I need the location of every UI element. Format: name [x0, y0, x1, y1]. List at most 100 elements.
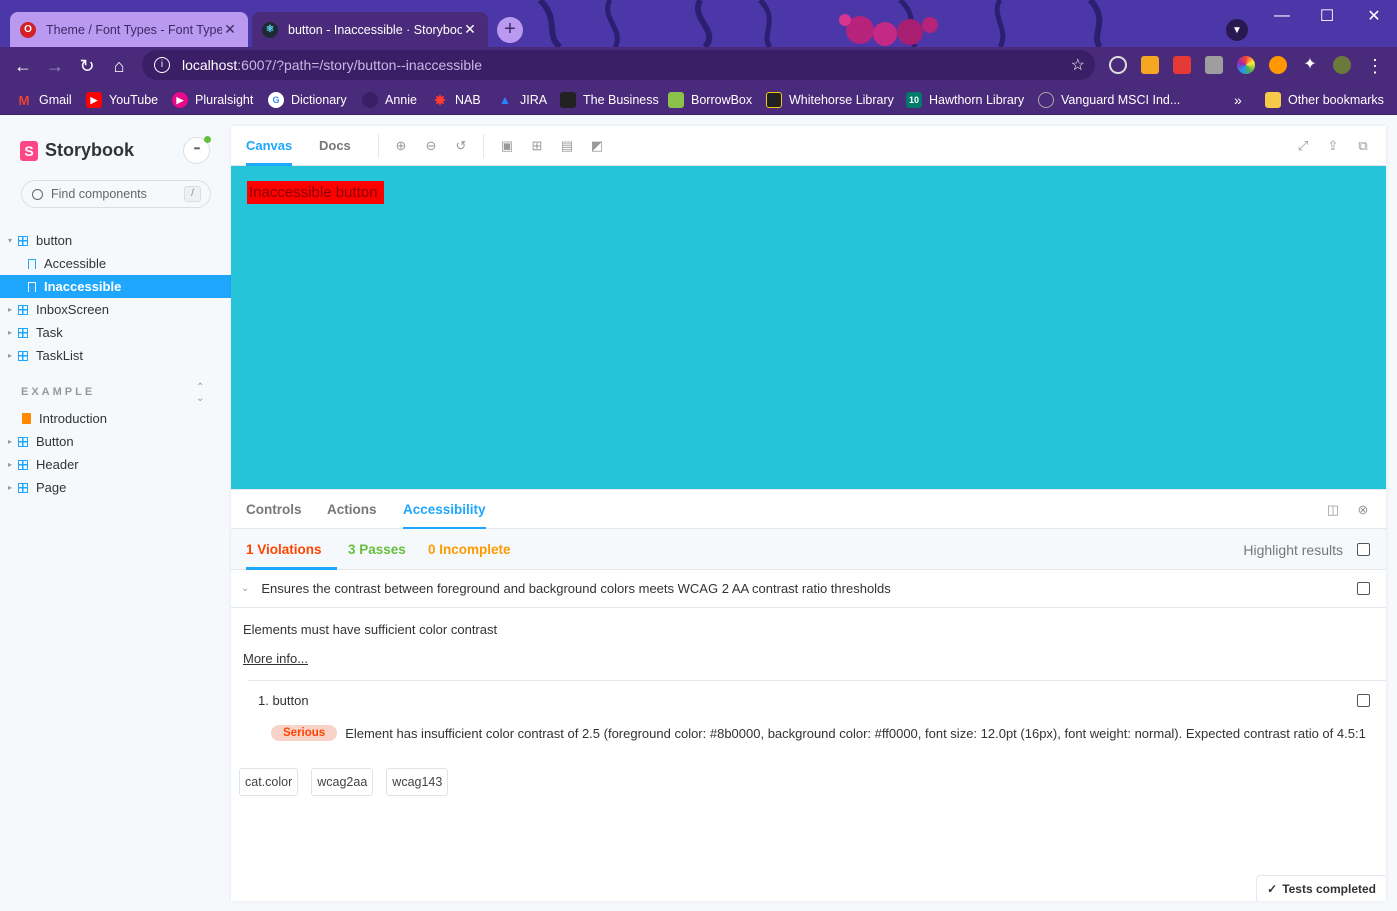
sidebar-item-introduction[interactable]: Introduction	[0, 407, 231, 430]
tab-controls[interactable]: Controls	[246, 490, 302, 530]
bookmark-youtube[interactable]: ▶ YouTube	[86, 90, 158, 110]
address-bar[interactable]: i localhost:6007/?path=/story/button--in…	[142, 50, 1095, 80]
share-icon[interactable]: ⇪	[1325, 138, 1341, 154]
chevron-down-icon[interactable]: ⌄	[241, 583, 249, 594]
reload-icon[interactable]: ↻	[74, 53, 100, 79]
avatar[interactable]	[1333, 56, 1351, 74]
site-info-icon[interactable]: i	[154, 57, 170, 73]
extension-icon[interactable]	[1173, 56, 1191, 74]
annie-icon	[362, 92, 378, 108]
grid-icon[interactable]: ⊞	[529, 138, 545, 154]
extension-icon[interactable]	[1269, 56, 1287, 74]
bookmark-gmail[interactable]: M Gmail	[16, 90, 72, 110]
puzzle-icon[interactable]: ✦	[1301, 56, 1319, 74]
bookmark-jira[interactable]: ▲ JIRA	[497, 90, 547, 110]
zoom-in-icon[interactable]: ⊕	[393, 138, 409, 154]
bookmark-vanguard[interactable]: Vanguard MSCI Ind...	[1038, 90, 1180, 110]
search-input[interactable]: Find components /	[21, 180, 211, 208]
fullscreen-icon[interactable]: ⤢	[1295, 138, 1311, 154]
bookmark-annie[interactable]: Annie	[362, 90, 417, 110]
tab-incomplete[interactable]: 0 Incomplete	[428, 529, 511, 570]
storybook-logo[interactable]: S Storybook	[20, 140, 134, 161]
measure-icon[interactable]: ◩	[589, 138, 605, 154]
inaccessible-button[interactable]: Inaccessible button	[247, 181, 384, 204]
bookmark-label: JIRA	[520, 93, 548, 107]
sidebar-item-header[interactable]: ▸ Header	[0, 453, 231, 476]
sidebar-item-inboxscreen[interactable]: ▸ InboxScreen	[0, 298, 231, 321]
bookmark-star-icon[interactable]: ☆	[1071, 55, 1085, 75]
new-tab-button[interactable]: +	[497, 17, 523, 43]
bookmark-pluralsight[interactable]: ▶ Pluralsight	[172, 90, 253, 110]
maximize-button[interactable]: ☐	[1304, 0, 1350, 32]
expand-collapse-icon[interactable]: ⌃ ⌄	[196, 382, 204, 404]
sidebar-item-inaccessible[interactable]: Inaccessible	[0, 275, 231, 298]
bookmark-whitehorse-library[interactable]: Whitehorse Library	[766, 90, 894, 110]
sidebar-item-accessible[interactable]: Accessible	[0, 252, 231, 275]
tab-canvas[interactable]: Canvas	[246, 126, 293, 166]
opera-icon: O	[20, 21, 36, 38]
node-checkbox[interactable]	[1357, 694, 1370, 707]
zoom-reset-icon[interactable]: ↺	[453, 138, 469, 154]
chevron-right-icon: ▸	[8, 483, 13, 492]
borrowbox-icon	[668, 92, 684, 108]
home-icon[interactable]: ⌂	[106, 53, 132, 79]
browser-tab-storybook[interactable]: ⚛ button - Inaccessible · Storybook ✕	[252, 12, 488, 47]
bookmark-hawthorn-library[interactable]: 10 Hawthorn Library	[906, 90, 1024, 110]
panel-orientation-icon[interactable]: ◫	[1325, 502, 1341, 518]
abc-icon	[560, 92, 576, 108]
forward-icon[interactable]: →	[42, 53, 68, 79]
bookmark-label: YouTube	[109, 93, 159, 107]
addon-tabs: Controls Actions Accessibility ◫ ⊗	[231, 489, 1386, 530]
tab-search-icon[interactable]: ▼	[1226, 19, 1248, 41]
close-icon[interactable]: ✕	[222, 21, 238, 38]
kebab-menu-icon[interactable]: ⋮	[1362, 53, 1388, 79]
minimize-button[interactable]: —	[1259, 0, 1305, 32]
update-notification-dot	[204, 136, 211, 143]
toolbar-divider	[483, 134, 484, 158]
close-panel-icon[interactable]: ⊗	[1355, 502, 1371, 518]
close-icon[interactable]: ✕	[462, 21, 478, 38]
bookmarks-overflow-button[interactable]: »	[1234, 90, 1242, 110]
toolbar-divider	[378, 134, 379, 158]
extension-icon[interactable]	[1237, 56, 1255, 74]
sidebar-item-task[interactable]: ▸ Task	[0, 321, 231, 344]
copy-link-icon[interactable]: ⧉	[1355, 138, 1371, 154]
bookmark-dictionary[interactable]: G Dictionary	[268, 90, 347, 110]
browser-toolbar: ← → ↻ ⌂ i localhost:6007/?path=/story/bu…	[0, 47, 1397, 84]
background-icon[interactable]: ▣	[499, 138, 515, 154]
zoom-out-icon[interactable]: ⊖	[423, 138, 439, 154]
rule-row[interactable]: ⌄ Ensures the contrast between foregroun…	[231, 570, 1386, 608]
sidebar-item-button[interactable]: ▾ button	[0, 229, 231, 252]
sidebar-item-example-button[interactable]: ▸ Button	[0, 430, 231, 453]
tab-violations[interactable]: 1 Violations	[246, 529, 337, 570]
tab-accessibility[interactable]: Accessibility	[403, 490, 486, 530]
sidebar-item-label: Introduction	[39, 411, 107, 426]
pluralsight-icon: ▶	[172, 92, 188, 108]
highlight-checkbox[interactable]	[1357, 543, 1370, 556]
bookmark-the-business[interactable]: The Business	[560, 90, 659, 110]
bookmark-nab[interactable]: ✸ NAB	[432, 90, 481, 110]
node-row[interactable]: 1. button	[248, 680, 1386, 720]
highlight-label: Highlight results	[1243, 541, 1343, 558]
tab-actions[interactable]: Actions	[327, 490, 377, 530]
extension-icon[interactable]	[1109, 56, 1127, 74]
component-icon	[18, 327, 28, 338]
sidebar-item-label: Button	[36, 434, 74, 449]
tab-passes[interactable]: 3 Passes	[348, 529, 406, 570]
sidebar-item-page[interactable]: ▸ Page	[0, 476, 231, 499]
back-icon[interactable]: ←	[10, 53, 36, 79]
browser-tab-theme[interactable]: O Theme / Font Types - Font Types ✕	[10, 12, 248, 47]
tag-chip: cat.color	[239, 768, 299, 796]
close-window-button[interactable]: ✕	[1351, 0, 1397, 32]
rule-checkbox[interactable]	[1357, 582, 1370, 595]
viewport-icon[interactable]: ▤	[559, 138, 575, 154]
extension-icon[interactable]	[1205, 56, 1223, 74]
tab-docs[interactable]: Docs	[319, 126, 351, 166]
bookmark-borrowbox[interactable]: BorrowBox	[668, 90, 752, 110]
more-info-link[interactable]: More info...	[243, 651, 308, 666]
storybook-sidebar: S Storybook ••• Find components / ▾ butt…	[0, 116, 231, 911]
other-bookmarks[interactable]: Other bookmarks	[1265, 90, 1384, 110]
sidebar-item-label: Page	[36, 480, 67, 495]
extension-icon[interactable]	[1141, 56, 1159, 74]
sidebar-item-tasklist[interactable]: ▸ TaskList	[0, 344, 231, 367]
